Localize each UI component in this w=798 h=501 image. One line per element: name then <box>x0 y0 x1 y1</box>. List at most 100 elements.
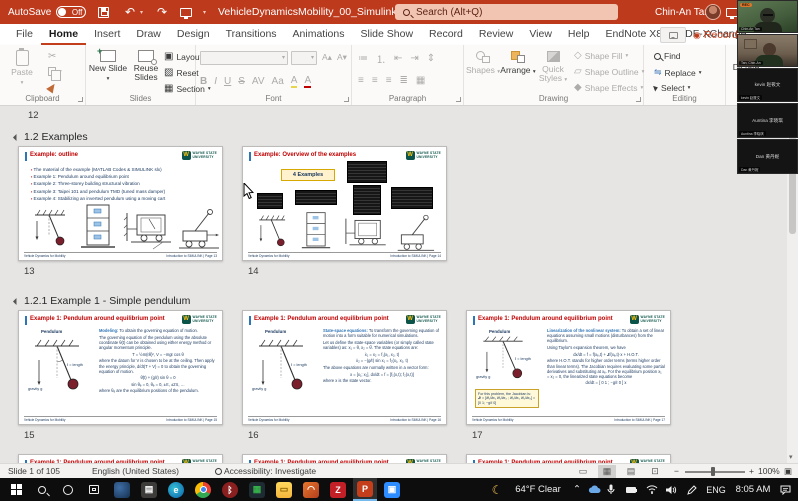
tab-transitions[interactable]: Transitions <box>218 24 285 45</box>
bold-button[interactable]: B <box>200 76 207 87</box>
start-button[interactable] <box>4 478 28 501</box>
font-name-select[interactable] <box>200 51 317 65</box>
accessibility-status[interactable]: Accessibility: Investigate <box>215 466 316 476</box>
clipboard-dialog-launcher[interactable] <box>78 97 83 102</box>
tab-review[interactable]: Review <box>471 24 521 45</box>
reuse-slides-button[interactable]: Reuse Slides <box>126 48 166 92</box>
slide-thumbnail-partial-2[interactable]: Example 1: Pendulum around equilibrium p… <box>242 454 447 463</box>
align-right-button[interactable]: ≡ <box>386 75 392 86</box>
new-slide-button[interactable]: + New Slide ▾ <box>88 48 128 92</box>
comments-button[interactable] <box>660 27 686 43</box>
change-case-button[interactable]: Aa <box>272 76 284 87</box>
clock[interactable]: 8:05 AM <box>730 478 776 501</box>
shape-outline-button[interactable]: ▱Shape Outline▾ <box>574 66 644 77</box>
taskbar-app-chrome[interactable] <box>191 478 215 501</box>
columns-button[interactable]: ▦ <box>416 75 425 86</box>
slide-thumbnail-14[interactable]: Example: Overview of the examples W WAYN… <box>242 146 447 261</box>
slide-thumbnail-partial-1[interactable]: Example 1: Pendulum around equilibrium p… <box>18 454 223 463</box>
zoom-slider-handle[interactable] <box>711 467 715 476</box>
format-painter-button[interactable] <box>48 83 56 92</box>
tab-record[interactable]: Record <box>421 24 471 45</box>
reading-view-button[interactable]: ▤ <box>622 465 640 478</box>
participant-tile-2[interactable]: Tan, Chin-An <box>737 34 798 67</box>
participant-tile-4[interactable]: Auntina 李晓琪 Auntina 李晓琪 <box>737 103 798 138</box>
tab-help[interactable]: Help <box>560 24 598 45</box>
taskbar-search-button[interactable] <box>30 478 54 501</box>
char-spacing-button[interactable]: AV <box>252 76 265 87</box>
decrease-indent-button[interactable]: ⇤ <box>394 53 402 64</box>
slide-sorter-view-button[interactable]: ▦ <box>598 465 616 478</box>
grow-font-button[interactable]: A▴ <box>322 52 332 63</box>
weather-status[interactable]: 64°F Clear <box>508 478 568 501</box>
fit-to-window-button[interactable]: ▣ <box>784 466 792 477</box>
pen-tray-icon[interactable] <box>684 478 700 501</box>
underline-button[interactable]: U <box>224 76 231 87</box>
tab-file[interactable]: File <box>8 24 41 45</box>
tab-home[interactable]: Home <box>41 24 86 45</box>
slide-thumbnail-17[interactable]: Example 1: Pendulum around equilibrium p… <box>466 310 671 425</box>
italic-button[interactable]: I <box>214 76 217 87</box>
highlight-button[interactable]: A <box>291 75 298 88</box>
align-center-button[interactable]: ≡ <box>372 75 378 86</box>
tab-draw[interactable]: Draw <box>128 24 169 45</box>
font-dialog-launcher[interactable] <box>344 97 349 102</box>
input-language-button[interactable]: ENG <box>702 478 730 501</box>
autosave-toggle[interactable]: Off <box>56 6 86 18</box>
taskbar-app-matlab[interactable]: ◠ <box>299 478 323 501</box>
taskbar-app-edge[interactable]: e <box>164 478 188 501</box>
quick-access-customize-button[interactable]: ▾ <box>203 0 206 24</box>
taskbar-app-zoom[interactable]: ▣ <box>380 478 404 501</box>
save-button[interactable] <box>98 0 109 24</box>
numbering-button[interactable]: ⒈ <box>376 51 386 66</box>
onedrive-tray-icon[interactable] <box>586 478 602 501</box>
autosave-control[interactable]: AutoSave Off <box>8 0 86 24</box>
account-avatar[interactable] <box>705 0 721 24</box>
zoom-out-button[interactable]: − <box>674 466 679 476</box>
normal-view-button[interactable]: ▭ <box>574 465 592 478</box>
taskbar-app-pdf[interactable]: Z <box>326 478 350 501</box>
cortana-button[interactable] <box>56 478 80 501</box>
tray-overflow-button[interactable]: ⌃ <box>570 478 584 501</box>
document-title[interactable]: VehicleDynamicsMobility_00_Simulink... ▾ <box>218 0 411 24</box>
account-name[interactable]: Chin-An Tan <box>655 0 710 24</box>
taskbar-app-globe[interactable] <box>110 478 134 501</box>
participant-tile-1[interactable]: REC Chin-An Tan <box>737 0 798 33</box>
line-spacing-button[interactable]: ⇕ <box>427 53 435 64</box>
paragraph-dialog-launcher[interactable] <box>456 97 461 102</box>
taskbar-app-brain[interactable]: ᛒ <box>218 478 242 501</box>
participant-tile-3[interactable]: kevin 赵筱文 kevin 赵筱文 <box>737 68 798 102</box>
taskbar-app-file-explorer[interactable]: ▭ <box>272 478 296 501</box>
search-input[interactable]: Search (Alt+Q) <box>395 4 618 20</box>
select-button[interactable]: Select▾ <box>654 83 690 93</box>
quick-styles-button[interactable]: Quick Styles ▾ <box>536 48 570 92</box>
arrange-button[interactable]: Arrange ▾ <box>500 48 536 92</box>
redo-button[interactable]: ↷ <box>152 0 172 24</box>
bullets-button[interactable]: ≔ <box>358 53 368 64</box>
taskbar-app-spreadsheet[interactable]: ▦ <box>245 478 269 501</box>
font-color-button[interactable]: A <box>304 75 311 88</box>
zoom-level[interactable]: 100% <box>758 466 780 476</box>
align-left-button[interactable]: ≡ <box>358 75 364 86</box>
zoom-slider[interactable] <box>685 471 745 473</box>
tab-insert[interactable]: Insert <box>86 24 128 45</box>
justify-button[interactable]: ≣ <box>400 75 408 86</box>
slide-thumbnail-16[interactable]: Example 1: Pendulum around equilibrium p… <box>242 310 447 425</box>
volume-tray-icon[interactable] <box>663 478 679 501</box>
slide-thumbnail-13[interactable]: Example: outline W WAYNE STATEUNIVERSITY… <box>18 146 223 261</box>
paste-button[interactable]: Paste▾ <box>2 48 42 92</box>
slide-thumbnail-15[interactable]: Example 1: Pendulum around equilibrium p… <box>18 310 223 425</box>
battery-tray-icon[interactable] <box>622 478 640 501</box>
wifi-tray-icon[interactable] <box>644 478 660 501</box>
section-header-examples[interactable]: 1.2 Examples <box>14 131 88 143</box>
participant-tile-5[interactable]: Dan 黄丹妮 Dan 黄丹妮 <box>737 139 798 174</box>
tab-slide-show[interactable]: Slide Show <box>353 24 422 45</box>
undo-button[interactable]: ↶▾ <box>120 0 143 24</box>
shape-effects-button[interactable]: ◆Shape Effects▾ <box>574 82 643 93</box>
tab-design[interactable]: Design <box>169 24 218 45</box>
replace-button[interactable]: ⇋Replace▾ <box>654 67 702 78</box>
scroll-down-arrow-icon[interactable]: ▾ <box>789 453 793 461</box>
shape-fill-button[interactable]: ◇Shape Fill▾ <box>574 50 628 61</box>
reset-button[interactable]: ▨Reset <box>164 67 199 78</box>
microphone-tray-icon[interactable] <box>604 478 618 501</box>
zoom-in-button[interactable]: + <box>749 466 754 476</box>
